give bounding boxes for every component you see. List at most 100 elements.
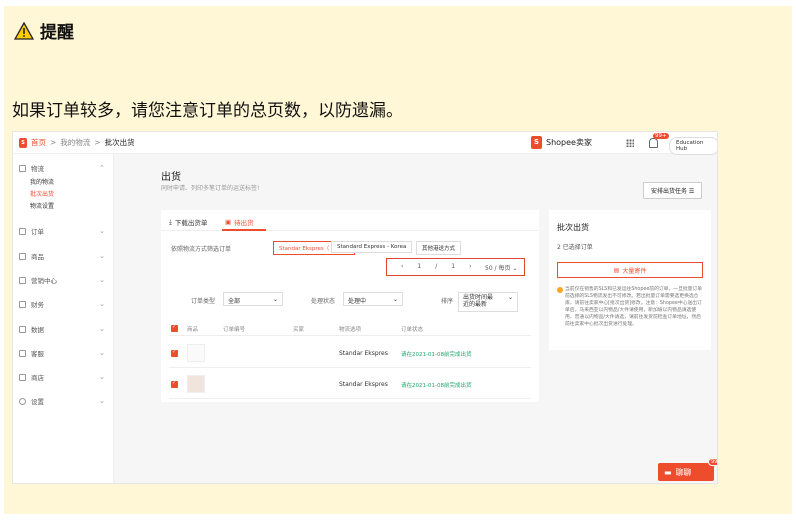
tab-download[interactable]: ⤓ 下载出货单 xyxy=(169,217,208,228)
notification-bell-icon[interactable] xyxy=(649,138,658,148)
sidebar-item-settings[interactable]: 设置 ⌄ xyxy=(19,396,107,406)
gear-icon xyxy=(19,397,26,405)
order-type-label: 订单类型 xyxy=(191,298,216,305)
download-icon: ⤓ xyxy=(169,217,172,226)
sort-select[interactable]: 出货时间最近的最新 ⌄ xyxy=(458,292,518,312)
chevron-down-icon: ⌄ xyxy=(512,265,518,272)
total-pages: 1 xyxy=(451,263,456,270)
sidebar-item-logistics[interactable]: 物流 ⌃ xyxy=(19,163,107,173)
sidebar: 物流 ⌃ 我的物流 批次出货 物流设置 订单 ⌄ 商品 ⌄ 营销中心 ⌄ 财务 ⌄ 数据 ⌄… xyxy=(13,154,114,483)
callout-header: 提醒 xyxy=(14,18,74,43)
tab-pending[interactable]: ▣ 待出货 xyxy=(225,217,254,227)
per-page-select[interactable]: 50 / 每页 ⌄ xyxy=(485,263,517,272)
shipping-filter-label: 依照物流方式筛选订单 xyxy=(171,246,232,253)
info-icon xyxy=(557,287,563,293)
sidebar-sub-logistics-settings[interactable]: 物流设置 xyxy=(30,201,54,210)
table-row[interactable]: Standar Ekspres 请在2021-01-08前完成出货 xyxy=(169,369,531,399)
arrange-shipment-task-button[interactable]: 安排出货任务 ☰ xyxy=(643,182,703,199)
breadcrumb-separator: > xyxy=(50,138,57,147)
sort-value: 出货时间最近的最新 xyxy=(463,294,494,308)
prev-page-button[interactable]: ‹ xyxy=(401,263,403,270)
shopee-bag-icon: S xyxy=(19,137,27,148)
breadcrumb-home[interactable]: 首页 xyxy=(31,137,46,148)
current-page: 1 xyxy=(417,263,422,270)
active-tab-indicator xyxy=(222,229,266,231)
chat-badge: 99+ xyxy=(708,458,717,466)
row-status: 请在2021-01-08前完成出货 xyxy=(401,383,472,389)
col-buyer: 买家 xyxy=(293,327,305,333)
row-checkbox[interactable] xyxy=(171,380,178,388)
truck-icon xyxy=(19,164,26,172)
chip-standard-express-korea[interactable]: Standard Express - Korea xyxy=(331,241,413,253)
apps-grid-icon[interactable] xyxy=(626,139,634,147)
store-icon xyxy=(19,373,26,381)
sidebar-item-label: 财务 xyxy=(31,301,44,309)
sidebar-item-marketing[interactable]: 营销中心 ⌄ xyxy=(19,275,107,285)
breadcrumb-logistics[interactable]: 我的物流 xyxy=(60,137,90,148)
status-value: 处理中 xyxy=(348,298,367,305)
tab-label: 下载出货单 xyxy=(174,219,208,227)
chat-button[interactable]: ▬ 聊聊 xyxy=(658,463,714,481)
tab-label: 待出货 xyxy=(234,219,254,227)
bulk-ship-button[interactable]: ▤ 大量寄件 xyxy=(557,262,703,278)
chevron-up-icon: ⌃ xyxy=(99,164,105,172)
product-thumbnail xyxy=(187,375,205,393)
sidebar-item-label: 物流 xyxy=(31,165,44,173)
row-checkbox[interactable] xyxy=(171,349,178,357)
warning-icon xyxy=(14,21,34,40)
sidebar-item-label: 营销中心 xyxy=(31,277,57,285)
sidebar-item-store[interactable]: 商店 ⌄ xyxy=(19,372,107,382)
col-order-id: 订单编号 xyxy=(223,327,246,333)
sidebar-item-service[interactable]: 客服 ⌄ xyxy=(19,348,107,358)
row-status: 请在2021-01-08前完成出货 xyxy=(401,352,472,358)
chevron-down-icon: ⌄ xyxy=(99,276,105,284)
bulk-ship-label: 大量寄件 xyxy=(622,267,647,275)
chevron-down-icon: ⌄ xyxy=(99,373,105,381)
chevron-down-icon: ⌄ xyxy=(507,294,513,301)
product-thumbnail xyxy=(187,344,205,362)
chevron-down-icon: ⌄ xyxy=(99,252,105,260)
sidebar-item-data[interactable]: 数据 ⌄ xyxy=(19,324,107,334)
col-shipping: 物流选项 xyxy=(339,327,362,333)
chevron-down-icon: ⌄ xyxy=(99,349,105,357)
table-header: 商品 订单编号 买家 物流选项 订单状态 xyxy=(169,322,531,336)
brand-logo[interactable]: S Shopee卖家 xyxy=(531,136,592,149)
chip-other-shipping[interactable]: 其他港送方式 xyxy=(416,241,462,255)
shopee-bag-icon: S xyxy=(531,136,542,149)
sidebar-item-label: 商品 xyxy=(31,253,44,261)
clipboard-icon xyxy=(19,227,26,235)
sidebar-item-products[interactable]: 商品 ⌄ xyxy=(19,251,107,261)
chart-icon xyxy=(19,325,26,333)
status-select[interactable]: 处理中 ⌄ xyxy=(343,292,403,306)
table-row[interactable]: Standar Ekspres 请在2021-01-08前完成出货 xyxy=(169,338,531,368)
sidebar-item-label: 商店 xyxy=(31,374,44,382)
chevron-down-icon: ⌄ xyxy=(99,397,105,405)
batch-ship-note: 当前仅在销售的SLS和已发运往Shopee前的订单，一旦批量订单前选择的SLS物… xyxy=(565,287,703,327)
tag-icon xyxy=(19,276,26,284)
education-hub-button[interactable]: Education Hub xyxy=(669,137,717,155)
chat-icon: ▬ xyxy=(664,467,672,477)
row-shipping: Standar Ekspres xyxy=(339,350,388,357)
tab-bar: ⤓ 下载出货单 ▣ 待出货 xyxy=(161,210,539,231)
callout-body: 如果订单较多，请您注意订单的总页数，以防遗漏。 xyxy=(12,101,403,121)
package-icon: ▣ xyxy=(225,218,232,226)
chat-icon xyxy=(19,349,26,357)
sidebar-sub-batch-ship[interactable]: 批次出货 xyxy=(30,189,54,198)
shipment-panel: ⤓ 下载出货单 ▣ 待出货 依照物流方式筛选订单 Standar Ekspres（ … xyxy=(161,210,539,402)
sidebar-item-label: 数据 xyxy=(31,326,44,334)
order-type-select[interactable]: 全部 ⌄ xyxy=(223,292,283,306)
selected-count: 2 已选择订单 xyxy=(557,244,593,251)
next-page-button[interactable]: › xyxy=(469,263,471,270)
sidebar-item-orders[interactable]: 订单 ⌄ xyxy=(19,226,107,236)
select-all-checkbox[interactable] xyxy=(171,324,178,332)
box-icon xyxy=(19,252,26,260)
batch-ship-panel: 批次出货 2 已选择订单 ▤ 大量寄件 当前仅在销售的SLS和已发运往Shopee… xyxy=(549,210,711,350)
chevron-down-icon: ⌄ xyxy=(392,296,398,303)
sidebar-item-finance[interactable]: 财务 ⌄ xyxy=(19,299,107,309)
pagination: ‹ 1 / 1 › xyxy=(401,263,472,270)
notification-badge: 99+ xyxy=(653,133,669,139)
sidebar-sub-my-logistics[interactable]: 我的物流 xyxy=(30,177,54,186)
col-product: 商品 xyxy=(187,327,199,333)
chevron-down-icon: ⌄ xyxy=(99,325,105,333)
row-shipping: Standar Ekspres xyxy=(339,381,388,388)
